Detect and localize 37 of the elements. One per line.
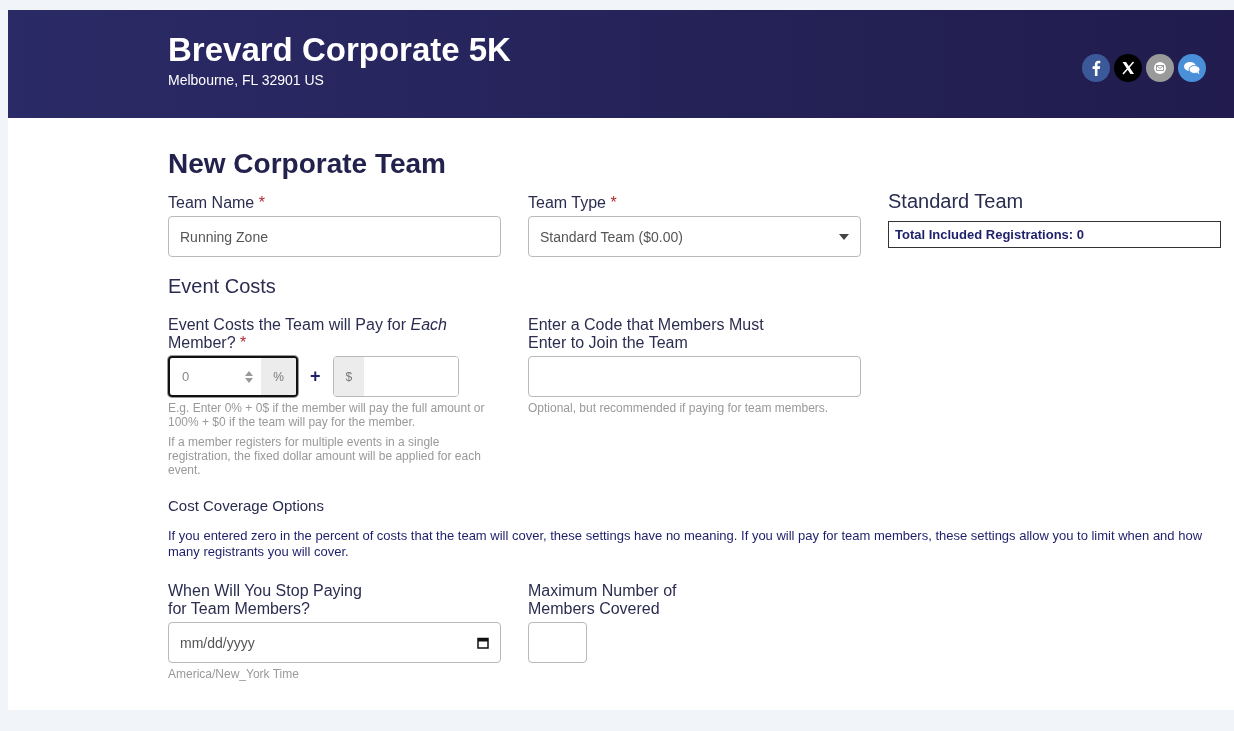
- stop-date-label: When Will You Stop Paying for Team Members?: [168, 582, 363, 618]
- spinner-icon[interactable]: [245, 370, 254, 383]
- team-name-label: Team Name *: [168, 194, 266, 212]
- included-registrations-box: Total Included Registrations: 0: [888, 221, 1221, 248]
- team-name-field[interactable]: Running Zone: [168, 216, 501, 257]
- team-summary-title: Standard Team: [888, 190, 1025, 213]
- percent-field[interactable]: 0 %: [168, 356, 298, 397]
- dollar-field[interactable]: $: [332, 356, 459, 397]
- dollar-addon: $: [333, 357, 365, 396]
- date-field[interactable]: mm/dd/yyyy: [168, 622, 501, 663]
- team-type-label: Team Type *: [528, 194, 618, 212]
- code-label: Enter a Code that Members Must Enter to Join the Team: [528, 316, 765, 352]
- coverage-description: If you entered zero in the percent of costs that the team will cover, these settings have no meaning. If you will pay for team members, these settings allow you to limit when and how many registrants you will cover.: [168, 528, 1204, 560]
- calendar-icon[interactable]: [477, 636, 489, 649]
- email-icon[interactable]: [1146, 54, 1174, 82]
- coverage-title: Cost Coverage Options: [168, 497, 325, 514]
- x-logo-icon[interactable]: [1114, 54, 1142, 82]
- team-type-dropdown[interactable]: Standard Team ($0.00): [528, 216, 861, 257]
- max-members-field[interactable]: [528, 622, 587, 663]
- code-hint: Optional, but recommended if paying for team members.: [528, 401, 830, 415]
- cost-label: Event Costs the Team will Pay for Each Member? *: [168, 316, 448, 352]
- facebook-icon[interactable]: [1082, 54, 1110, 82]
- chat-icon[interactable]: [1178, 54, 1206, 82]
- section-title: Event Costs: [168, 275, 277, 298]
- cost-hint: If a member registers for multiple events in a single registration, the fixed dollar amount will be applied for each event.: [168, 435, 482, 477]
- timezone-hint: America/New_York Time: [168, 667, 300, 681]
- event-title: Brevard Corporate 5K: [168, 32, 511, 68]
- plus-sign: +: [309, 366, 322, 387]
- percent-value: 0: [182, 369, 190, 384]
- percent-addon: %: [261, 358, 296, 395]
- code-field[interactable]: [528, 356, 861, 397]
- event-location: Melbourne, FL 32901 US: [168, 72, 325, 88]
- date-placeholder: mm/dd/yyyy: [180, 634, 255, 651]
- caret-icon: [839, 233, 849, 240]
- page-title: New Corporate Team: [168, 148, 447, 180]
- max-members-label: Maximum Number of Members Covered: [528, 582, 678, 618]
- cost-hint: E.g. Enter 0% + 0$ if the member will pay the full amount or 100% + $0 if the team will pay for the member.: [168, 401, 486, 429]
